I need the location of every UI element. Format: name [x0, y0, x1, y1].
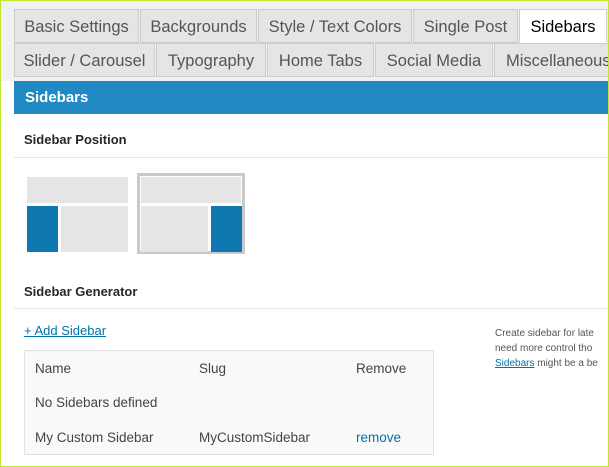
help-line-2: need more control tho [495, 343, 593, 354]
tab-social-media[interactable]: Social Media [375, 43, 493, 77]
layout-header-block [27, 177, 128, 203]
help-sidebars-link[interactable]: Sidebars [495, 358, 534, 369]
section-header-title: Sidebars [25, 89, 89, 106]
layout-content-block [61, 206, 128, 252]
section-header: Sidebars [14, 81, 608, 114]
tab-typography[interactable]: Typography [156, 43, 266, 77]
tab-single-post[interactable]: Single Post [413, 9, 518, 43]
settings-panel: Basic Settings Backgrounds Style / Text … [0, 0, 609, 467]
sidebar-position-title: Sidebar Position [24, 132, 127, 147]
layout-option-right-sidebar[interactable] [137, 173, 245, 254]
tab-sidebars[interactable]: Sidebars [519, 9, 607, 43]
row-slug: MyCustomSidebar [199, 430, 311, 445]
layout-sidebar-block [27, 206, 58, 252]
tab-style-text-colors[interactable]: Style / Text Colors [258, 9, 412, 43]
row-name: My Custom Sidebar [35, 430, 154, 445]
sidebars-table: Name Slug Remove No Sidebars defined My … [24, 350, 434, 455]
divider [14, 157, 608, 158]
tab-bar: Basic Settings Backgrounds Style / Text … [1, 1, 608, 81]
sidebar-generator-title: Sidebar Generator [24, 284, 138, 299]
tab-backgrounds[interactable]: Backgrounds [140, 9, 257, 43]
tab-home-tabs[interactable]: Home Tabs [267, 43, 374, 77]
empty-table-message: No Sidebars defined [35, 395, 158, 410]
help-line-1: Create sidebar for late [495, 328, 594, 339]
tab-basic-settings[interactable]: Basic Settings [14, 9, 139, 43]
remove-sidebar-link[interactable]: remove [356, 430, 401, 445]
column-header-name: Name [35, 361, 72, 376]
help-line-3: Sidebars might be a be [495, 356, 608, 371]
divider [14, 308, 608, 309]
tab-miscellaneous[interactable]: Miscellaneous [494, 43, 608, 77]
add-sidebar-link[interactable]: + Add Sidebar [24, 323, 106, 338]
layout-sidebar-block [211, 206, 242, 252]
help-line-3-rest: might be a be [534, 358, 598, 369]
layout-header-block [141, 177, 241, 203]
tab-slider-carousel[interactable]: Slider / Carousel [14, 43, 155, 77]
column-header-slug: Slug [199, 361, 227, 376]
generator-help-text: Create sidebar for late need more contro… [495, 326, 608, 371]
column-header-remove: Remove [356, 361, 407, 376]
layout-option-left-sidebar[interactable] [24, 174, 130, 254]
layout-content-block [141, 206, 208, 252]
